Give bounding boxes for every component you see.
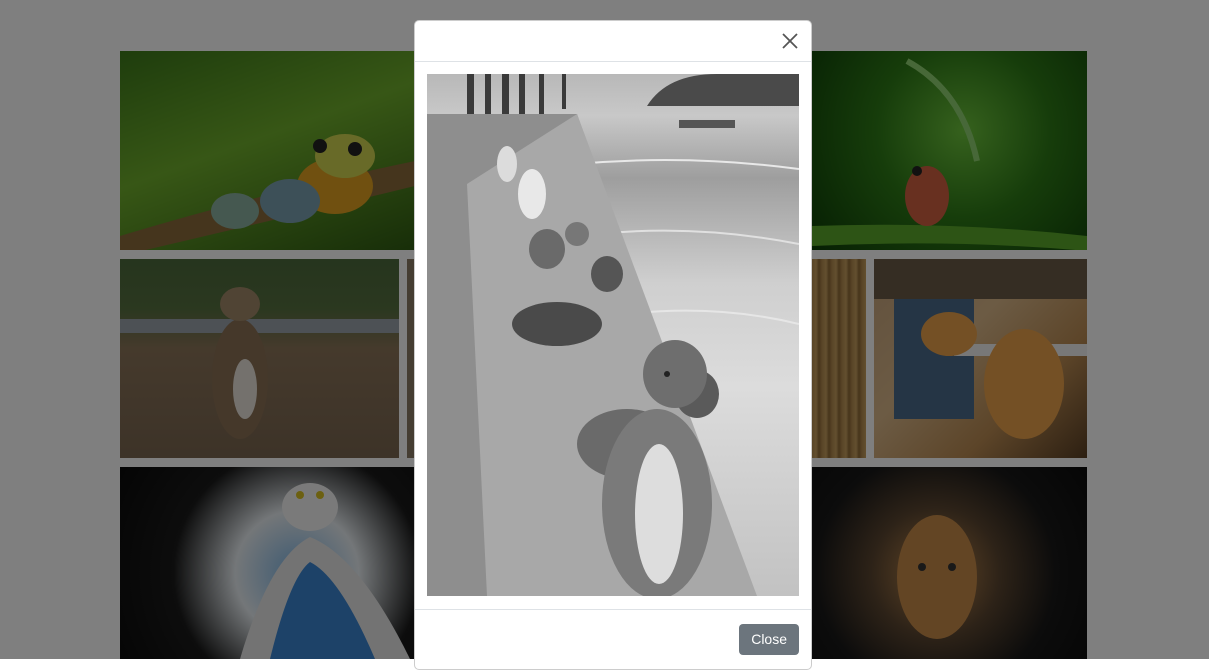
close-button[interactable]: Close xyxy=(739,624,799,655)
cats-on-pier-image xyxy=(427,74,799,596)
modal-body xyxy=(415,62,811,609)
modal-footer: Close xyxy=(415,609,811,670)
close-icon[interactable] xyxy=(779,30,801,52)
modal-header xyxy=(415,21,811,62)
image-modal: Close xyxy=(414,20,812,670)
